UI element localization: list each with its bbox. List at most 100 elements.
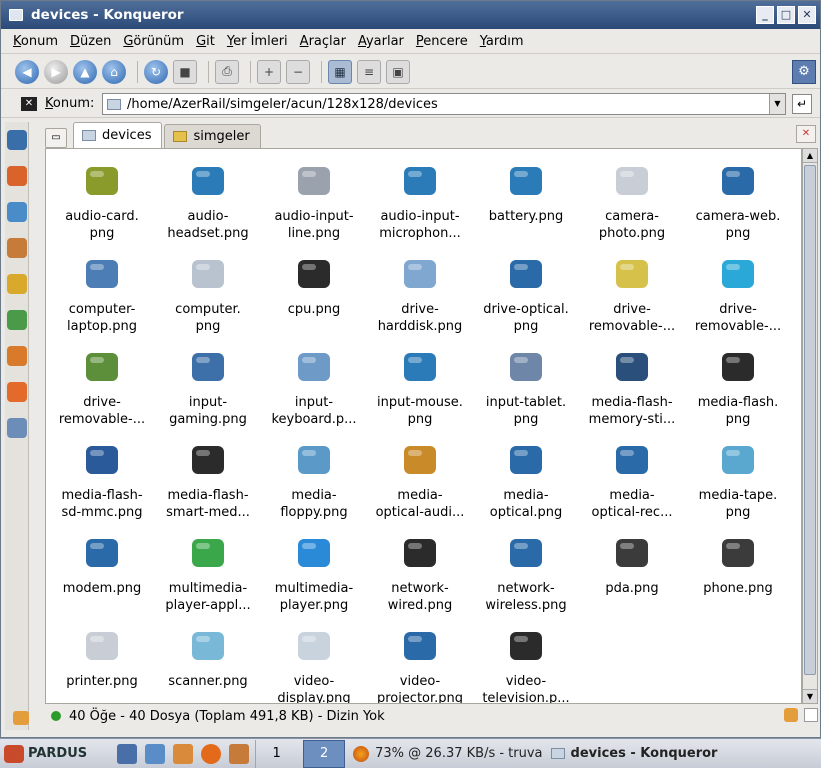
sidebar-history-icon[interactable] (7, 166, 27, 186)
clear-location-icon[interactable]: ✕ (21, 96, 37, 111)
location-dropdown-button[interactable]: ▼ (769, 94, 785, 114)
konqueror-gear-icon[interactable]: ⚙ (792, 60, 816, 84)
menu-duzen[interactable]: Düzen (64, 34, 117, 49)
sidebar-star-icon[interactable] (7, 382, 27, 402)
control-center-icon[interactable] (145, 743, 166, 764)
go-button[interactable]: ↵ (792, 94, 812, 114)
sidebar-services-icon[interactable] (7, 274, 27, 294)
sidebar-home-icon[interactable] (7, 238, 27, 258)
desktop-2[interactable]: 2 (303, 739, 346, 768)
menu-yardim[interactable]: Yardım (474, 34, 530, 49)
menu-yer-imleri[interactable]: Yer İmleri (221, 34, 294, 49)
file-item[interactable]: pda.png (579, 529, 685, 622)
file-item[interactable]: camera- photo.png (579, 157, 685, 250)
file-item[interactable]: media-flash- memory-sti... (579, 343, 685, 436)
task-firefox[interactable]: 73% @ 26.37 KB/s - truva (353, 745, 543, 762)
sidebar-network-icon[interactable] (7, 202, 27, 222)
file-item[interactable]: input- keyboard.p... (261, 343, 367, 436)
file-item[interactable]: computer- laptop.png (49, 250, 155, 343)
file-item[interactable]: drive- removable-... (685, 250, 791, 343)
file-item[interactable]: video- television.p... (473, 622, 579, 703)
sidebar-devices-icon[interactable] (7, 418, 27, 438)
file-item[interactable]: media-flash. png (685, 343, 791, 436)
file-item[interactable]: phone.png (685, 529, 791, 622)
file-item[interactable]: media-tape. png (685, 436, 791, 529)
file-item[interactable]: audio-input- microphon... (367, 157, 473, 250)
file-item[interactable]: computer. png (155, 250, 261, 343)
file-item[interactable]: drive- removable-... (579, 250, 685, 343)
menu-ayarlar[interactable]: Ayarlar (352, 34, 410, 49)
menu-pencere[interactable]: Pencere (410, 34, 474, 49)
back-button[interactable]: ◀ (15, 59, 39, 84)
location-input[interactable]: /home/AzerRail/simgeler/acun/128x128/dev… (102, 93, 786, 115)
zoom-out-button[interactable]: − (286, 59, 310, 84)
file-item[interactable]: modem.png (49, 529, 155, 622)
file-item[interactable]: media-flash- smart-med... (155, 436, 261, 529)
menu-gorunum[interactable]: Görünüm (117, 34, 190, 49)
desktop-1[interactable]: 1 (255, 739, 297, 768)
file-item[interactable]: camera-web. png (685, 157, 791, 250)
file-item[interactable]: audio- headset.png (155, 157, 261, 250)
new-tab-button[interactable]: ▭ (45, 128, 67, 148)
file-item[interactable]: drive-optical. png (473, 250, 579, 343)
stop-button[interactable]: ■ (173, 59, 197, 84)
close-button[interactable]: ✕ (798, 6, 816, 24)
media-player-blue-icon (290, 529, 338, 577)
tab-devices[interactable]: devices (73, 122, 163, 148)
minimize-button[interactable]: _ (756, 6, 774, 24)
menu-konum[interactable]: Konum (7, 34, 64, 49)
maximize-button[interactable]: □ (777, 6, 795, 24)
file-item[interactable]: media-flash- sd-mmc.png (49, 436, 155, 529)
file-item[interactable]: video- projector.png (367, 622, 473, 703)
task-konqueror[interactable]: devices - Konqueror (550, 746, 717, 761)
up-button[interactable]: ▲ (73, 59, 97, 84)
reload-button[interactable]: ↻ (144, 59, 168, 84)
file-item[interactable]: audio-card. png (49, 157, 155, 250)
sidebar-root-icon[interactable] (7, 310, 27, 330)
file-item[interactable]: video- display.png (261, 622, 367, 703)
file-item[interactable]: drive- removable-... (49, 343, 155, 436)
home-button[interactable]: ⌂ (102, 59, 126, 84)
menu-araclar[interactable]: Araçlar (294, 34, 352, 49)
scroll-up-button[interactable]: ▲ (803, 149, 817, 163)
tab-simgeler[interactable]: simgeler (164, 124, 261, 148)
detail-view-button[interactable]: ≡ (357, 59, 381, 84)
file-item[interactable]: media- optical-rec... (579, 436, 685, 529)
sidebar-bookmarks-icon[interactable] (7, 130, 27, 150)
file-item[interactable]: battery.png (473, 157, 579, 250)
title-bar[interactable]: devices - Konqueror _ □ ✕ (1, 1, 820, 29)
file-item[interactable]: input-mouse. png (367, 343, 473, 436)
vertical-scrollbar[interactable]: ▲ ▼ (802, 148, 818, 704)
scroll-down-button[interactable]: ▼ (803, 689, 817, 703)
scroll-thumb[interactable] (804, 165, 816, 675)
file-item[interactable]: multimedia- player-appl... (155, 529, 261, 622)
link-view-checkbox[interactable] (804, 708, 818, 722)
file-item[interactable]: media- floppy.png (261, 436, 367, 529)
file-item[interactable]: input- gaming.png (155, 343, 261, 436)
menu-git[interactable]: Git (190, 34, 221, 49)
icon-view-button[interactable]: ▦ (328, 59, 352, 84)
file-item[interactable]: media- optical-audi... (367, 436, 473, 529)
start-menu-button[interactable]: PARDUS (4, 744, 87, 763)
print-button[interactable]: ⎙ (215, 59, 239, 84)
preview-button[interactable]: ▣ (386, 59, 410, 84)
forward-button[interactable]: ▶ (44, 59, 68, 84)
file-item[interactable]: drive- harddisk.png (367, 250, 473, 343)
file-item[interactable]: multimedia- player.png (261, 529, 367, 622)
file-item[interactable]: cpu.png (261, 250, 367, 343)
package-manager-icon[interactable] (173, 743, 194, 764)
firefox-icon[interactable] (201, 743, 222, 764)
home-folder-icon[interactable] (229, 743, 250, 764)
file-item[interactable]: printer.png (49, 622, 155, 703)
show-desktop-icon[interactable] (117, 743, 138, 764)
close-tab-button[interactable]: ✕ (796, 125, 816, 143)
sidebar-folder-icon[interactable] (7, 346, 27, 366)
file-item[interactable]: scanner.png (155, 622, 261, 703)
file-item[interactable]: audio-input- line.png (261, 157, 367, 250)
file-item[interactable]: input-tablet. png (473, 343, 579, 436)
file-item[interactable]: network- wired.png (367, 529, 473, 622)
sidebar-config-icon[interactable] (13, 711, 29, 725)
file-item[interactable]: network- wireless.png (473, 529, 579, 622)
file-item[interactable]: media- optical.png (473, 436, 579, 529)
zoom-in-button[interactable]: + (257, 59, 281, 84)
